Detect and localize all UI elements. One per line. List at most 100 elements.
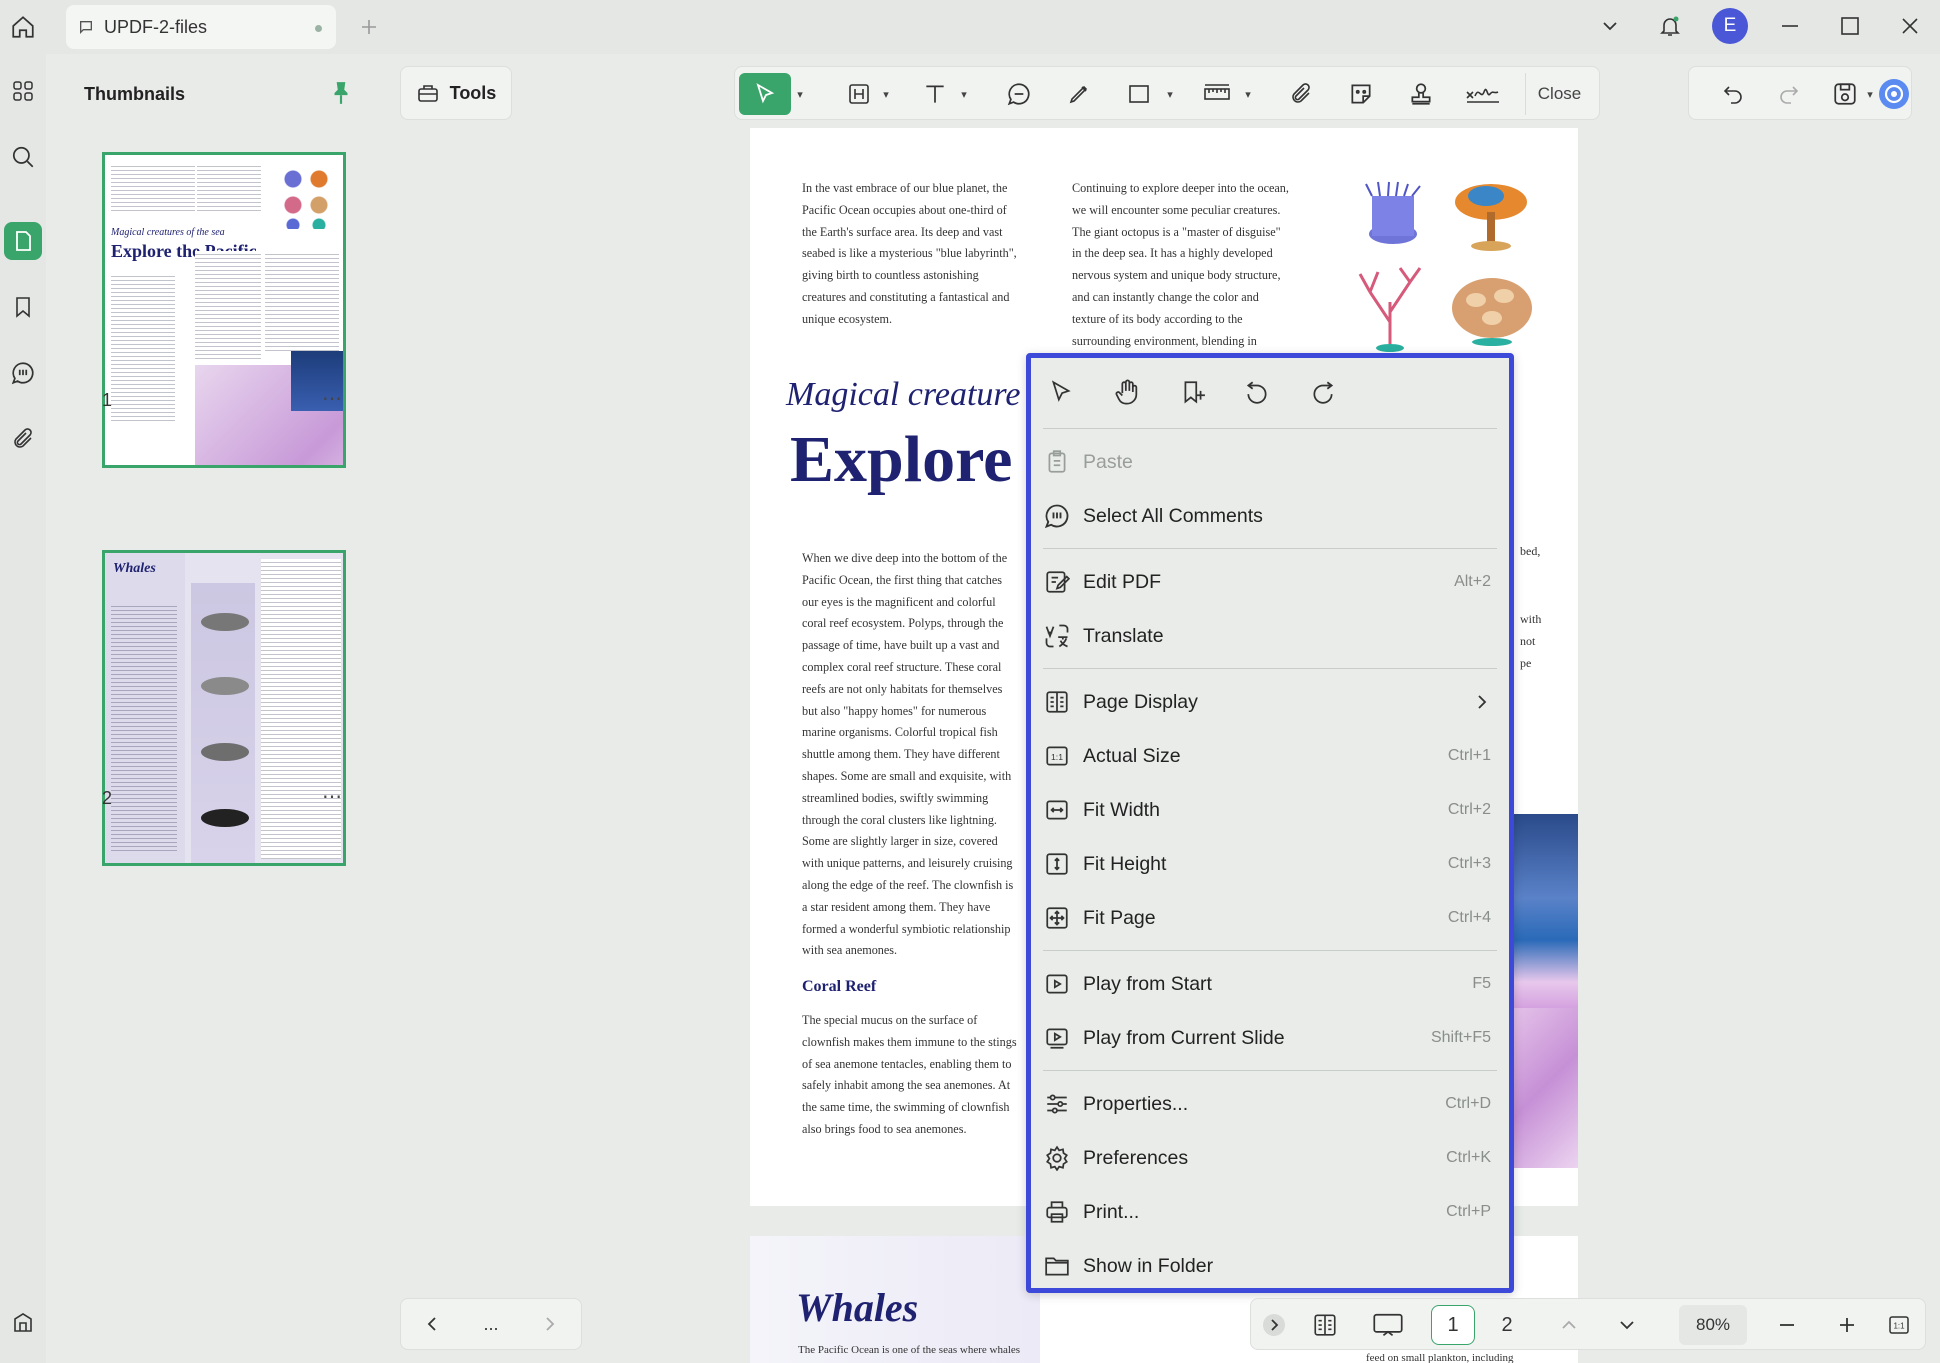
thumbnail-page-1[interactable]: Magical creatures of the sea Explore the… xyxy=(102,152,346,468)
measure-tool-button[interactable] xyxy=(1197,73,1237,115)
rail-layers[interactable] xyxy=(4,1304,42,1342)
menu-item-preferences[interactable]: Preferences Ctrl+K xyxy=(1031,1133,1509,1183)
page-intro-text: In the vast embrace of our blue planet, … xyxy=(802,181,1017,326)
thumb-text-block xyxy=(111,603,177,853)
page-number-other[interactable]: 2 xyxy=(1485,1305,1529,1345)
shape-tool-button[interactable] xyxy=(1119,73,1159,115)
rail-apps[interactable] xyxy=(4,72,42,110)
account-button[interactable]: E xyxy=(1700,0,1760,52)
quick-hand-button[interactable] xyxy=(1107,372,1147,412)
highlight-tool-dropdown[interactable]: ▾ xyxy=(879,73,893,115)
quick-rotate-left-button[interactable] xyxy=(1237,372,1277,412)
stamp-tool-button[interactable] xyxy=(1401,73,1441,115)
menu-item-actual-size[interactable]: 1:1 Actual Size Ctrl+1 xyxy=(1031,731,1509,781)
close-window-button[interactable] xyxy=(1880,0,1940,52)
maximize-icon xyxy=(1840,16,1860,36)
close-toolbar-button[interactable]: Close xyxy=(1525,73,1593,115)
tools-button[interactable]: Tools xyxy=(400,66,512,120)
gear-icon xyxy=(1041,1142,1073,1174)
tabs-dropdown-button[interactable] xyxy=(1580,0,1640,52)
menu-item-shortcut: Alt+2 xyxy=(1454,573,1491,590)
menu-item-shortcut: Ctrl+P xyxy=(1446,1203,1491,1220)
menu-item-paste[interactable]: Paste xyxy=(1031,437,1509,487)
menu-item-edit-pdf[interactable]: Edit PDF Alt+2 xyxy=(1031,557,1509,607)
undo-button[interactable] xyxy=(1713,73,1753,115)
quick-select-button[interactable] xyxy=(1041,372,1081,412)
thumbnail-page-2[interactable]: Whales xyxy=(102,550,346,866)
menu-item-show-in-folder[interactable]: Show in Folder xyxy=(1031,1241,1509,1291)
thumb-more-button-2[interactable]: ⋯ xyxy=(322,784,343,809)
menu-item-select-all-comments[interactable]: Select All Comments xyxy=(1031,491,1509,541)
caret-down-icon: ▾ xyxy=(883,88,889,101)
slideshow-button[interactable] xyxy=(1363,1305,1413,1345)
notifications-button[interactable] xyxy=(1640,0,1700,52)
zoom-out-button[interactable] xyxy=(1769,1305,1805,1345)
comment-tool-button[interactable] xyxy=(999,73,1039,115)
select-tool-button[interactable] xyxy=(739,73,791,115)
page-up-button[interactable] xyxy=(1551,1305,1587,1345)
menu-item-print[interactable]: Print... Ctrl+P xyxy=(1031,1187,1509,1237)
save-dropdown[interactable]: ▾ xyxy=(1863,73,1877,115)
coral-image-tan xyxy=(1446,264,1538,348)
select-tool-dropdown[interactable]: ▾ xyxy=(793,73,807,115)
zoom-level[interactable]: 80% xyxy=(1679,1305,1747,1345)
page-layout-icon xyxy=(1311,1312,1339,1338)
minimize-button[interactable] xyxy=(1760,0,1820,52)
menu-item-play-from-start[interactable]: Play from Start F5 xyxy=(1031,959,1509,1009)
sticker-tool-button[interactable] xyxy=(1341,73,1381,115)
previous-button[interactable] xyxy=(422,1314,442,1334)
page-down-button[interactable] xyxy=(1609,1305,1645,1345)
signature-icon xyxy=(1465,82,1501,106)
menu-item-fit-width[interactable]: Fit Width Ctrl+2 xyxy=(1031,785,1509,835)
page-clownfish-text: The special mucus on the surface of clow… xyxy=(802,1013,1017,1136)
document-tab[interactable]: UPDF-2-files xyxy=(66,5,336,49)
maximize-button[interactable] xyxy=(1820,0,1880,52)
text-tool-dropdown[interactable]: ▾ xyxy=(957,73,971,115)
measure-tool-dropdown[interactable]: ▾ xyxy=(1241,73,1255,115)
page-number-current[interactable]: 1 xyxy=(1431,1305,1475,1345)
menu-item-properties[interactable]: Properties... Ctrl+D xyxy=(1031,1079,1509,1129)
menu-item-shortcut: F5 xyxy=(1472,975,1491,992)
quick-add-bookmark-button[interactable] xyxy=(1173,372,1213,412)
menu-item-page-display[interactable]: Page Display xyxy=(1031,677,1509,727)
next-button[interactable] xyxy=(540,1314,560,1334)
svg-text:1:1: 1:1 xyxy=(1051,752,1063,762)
redo-button[interactable] xyxy=(1769,73,1809,115)
actual-size-button[interactable]: 1:1 xyxy=(1881,1305,1917,1345)
signature-tool-button[interactable] xyxy=(1459,73,1507,115)
page-heading: Explore xyxy=(790,423,1013,496)
attachment-tool-button[interactable] xyxy=(1281,73,1321,115)
quick-rotate-right-button[interactable] xyxy=(1303,372,1343,412)
menu-item-label: Play from Start xyxy=(1083,972,1212,995)
home-button[interactable] xyxy=(4,8,42,46)
page-layout-button[interactable] xyxy=(1303,1305,1347,1345)
nav-more-button[interactable]: ... xyxy=(483,1314,498,1335)
menu-item-label: Page Display xyxy=(1083,690,1198,713)
collapse-bar-button[interactable] xyxy=(1259,1305,1289,1345)
highlight-tool-button[interactable] xyxy=(839,73,879,115)
chevron-down-icon xyxy=(1617,1315,1637,1335)
new-tab-button[interactable] xyxy=(352,10,386,44)
rail-search[interactable] xyxy=(4,138,42,176)
thumbnails-panel: Thumbnails Magical creatures of the sea … xyxy=(60,54,390,1363)
zoom-in-button[interactable] xyxy=(1829,1305,1865,1345)
shape-tool-dropdown[interactable]: ▾ xyxy=(1163,73,1177,115)
pin-button[interactable] xyxy=(328,80,354,106)
rail-attachments[interactable] xyxy=(4,420,42,458)
rail-thumbnails[interactable] xyxy=(4,222,42,260)
rail-bookmarks[interactable] xyxy=(4,288,42,326)
minus-icon xyxy=(1777,1315,1797,1335)
menu-item-fit-page[interactable]: Fit Page Ctrl+4 xyxy=(1031,893,1509,943)
menu-item-play-from-current-slide[interactable]: Play from Current Slide Shift+F5 xyxy=(1031,1013,1509,1063)
menu-item-fit-height[interactable]: Fit Height Ctrl+3 xyxy=(1031,839,1509,889)
caret-down-icon: ▾ xyxy=(1245,88,1251,101)
text-tool-button[interactable] xyxy=(915,73,955,115)
ai-assistant-button[interactable] xyxy=(1877,73,1911,115)
thumb-text-block xyxy=(197,163,261,213)
rail-comments[interactable] xyxy=(4,354,42,392)
save-button[interactable] xyxy=(1825,73,1865,115)
fit-page-icon xyxy=(1041,902,1073,934)
pencil-tool-button[interactable] xyxy=(1059,73,1099,115)
thumb-more-button-1[interactable]: ⋯ xyxy=(322,386,343,411)
menu-item-translate[interactable]: Translate xyxy=(1031,611,1509,661)
